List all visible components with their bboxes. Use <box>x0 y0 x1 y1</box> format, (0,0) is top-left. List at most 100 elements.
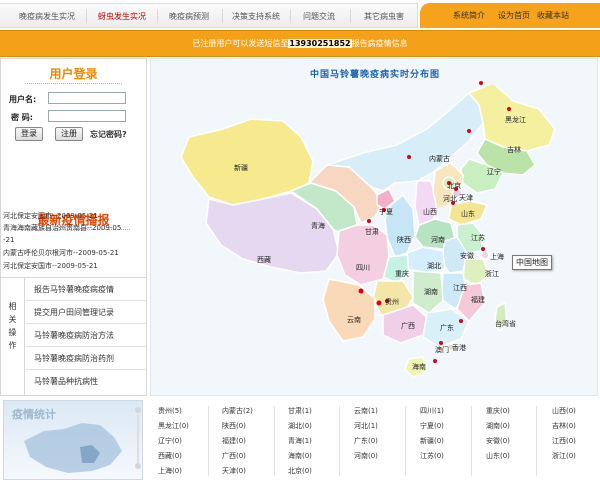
login-title: 用户登录 <box>1 65 146 84</box>
username-input[interactable] <box>48 92 126 104</box>
outbreak-dot <box>459 319 463 323</box>
grid-separator <box>536 406 537 476</box>
map-panel: 中国马铃薯晚疫病实时分布图 黑龙江 吉林 辽宁 内蒙古 北京 天津 河北 山西 … <box>150 58 598 396</box>
province-stat[interactable]: 青海(1) <box>288 436 312 446</box>
province-stat[interactable]: 福建(0) <box>222 436 246 446</box>
mini-map-icon <box>24 423 122 473</box>
outbreak-dot <box>407 155 411 159</box>
province-stat[interactable]: 内蒙古(2) <box>222 406 253 416</box>
operations-side-label: 相 关 操 作 <box>1 278 25 396</box>
tab-separator <box>290 9 291 23</box>
province-stat[interactable]: 宁夏(0) <box>420 421 444 431</box>
tab-blight-forecast[interactable]: 晚疫病预测 <box>160 4 218 29</box>
map-label: 重庆 <box>395 270 409 278</box>
main-tabs: 晚疫病发生实况 蚜虫发生实况 晚疫病预测 决策支持系统 问题交流 其它病虫害 <box>0 3 418 28</box>
tab-blight-status[interactable]: 晚疫病发生实况 <box>12 4 82 29</box>
province-stat[interactable]: 湖北(0) <box>288 421 312 431</box>
register-button[interactable]: 注册 <box>55 127 83 141</box>
outbreak-dot <box>358 288 364 294</box>
province-stat[interactable]: 河北(1) <box>354 421 378 431</box>
op-submit-field-record[interactable]: 提交用户田间管理记录 <box>26 301 146 324</box>
op-control-agents[interactable]: 马铃薯晚疫病防治药剂 <box>26 347 146 370</box>
province-stat[interactable]: 江苏(0) <box>420 451 444 461</box>
op-variety-resistance[interactable]: 马铃薯品种抗病性 <box>26 370 146 393</box>
map-label: 河南 <box>431 236 445 244</box>
outbreak-statistics: 疫情统计 贵州(5) 内蒙古(2) 甘肃(1) 云南(1) 四川(1) 重庆(0) 山西(0… <box>0 398 600 484</box>
province-stat[interactable]: 甘肃(1) <box>288 406 312 416</box>
stats-divider-decoration <box>135 407 141 469</box>
grid-separator <box>471 406 472 476</box>
province-stat[interactable]: 广东(0) <box>354 436 378 446</box>
tab-decision-support[interactable]: 决策支持系统 <box>225 4 287 29</box>
map-label: 山东 <box>461 210 475 218</box>
province-stat[interactable]: 陕西(0) <box>222 421 246 431</box>
tab-other-pests[interactable]: 其它病虫害 <box>355 4 413 29</box>
province-stat[interactable]: 广西(0) <box>222 451 246 461</box>
province-stat[interactable]: 山东(0) <box>486 451 510 461</box>
tab-discussion[interactable]: 问题交流 <box>294 4 344 29</box>
map-tooltip: 中国地图 <box>512 255 552 270</box>
province-stat[interactable]: 四川(1) <box>420 406 444 416</box>
province-stat[interactable]: 浙江(0) <box>552 451 576 461</box>
province-stat[interactable]: 辽宁(0) <box>158 436 182 446</box>
province-stat[interactable]: 安徽(0) <box>486 436 510 446</box>
outbreak-dot <box>433 359 437 363</box>
map-label: 西藏 <box>257 256 271 264</box>
province-stat[interactable]: 吉林(0) <box>552 421 576 431</box>
province-stat[interactable]: 河南(0) <box>354 451 378 461</box>
news-item[interactable]: 青海海南藏族自治州贵南县--2009-05 <box>3 223 121 233</box>
related-operations: 相 关 操 作 报告马铃薯晚疫病疫情 提交用户田间管理记录 马铃薯晚疫病防治方法… <box>1 277 146 396</box>
news-item-continued[interactable]: -21 <box>3 235 14 245</box>
province-stat[interactable]: 江西(0) <box>552 436 576 446</box>
news-item[interactable]: 内蒙古呼伦贝尔根河市--2009-05-21 <box>3 248 119 258</box>
province-stat[interactable]: 新疆(0) <box>420 436 444 446</box>
news-item[interactable]: 河北保定安国市--2009-05-21 <box>3 211 98 221</box>
left-sidebar: 用户登录 用户名: 密 码: 登录 注册 忘记密码? 最新疫情播报 河北保定安国… <box>0 58 147 396</box>
map-label: 内蒙古 <box>429 155 450 163</box>
province-stat[interactable]: 海南(0) <box>288 451 312 461</box>
map-label: 湖南 <box>424 288 438 296</box>
province-stat[interactable]: 上海(0) <box>158 466 182 476</box>
province-stat[interactable]: 重庆(0) <box>486 406 510 416</box>
map-label: 福建 <box>471 296 485 304</box>
map-label: 浙江 <box>485 270 499 278</box>
tab-aphid-status[interactable]: 蚜虫发生实况 <box>90 4 154 29</box>
grid-separator <box>405 406 406 476</box>
map-label: 香港 <box>452 344 466 352</box>
region-shanghai <box>480 250 490 260</box>
map-label: 上海 <box>490 253 504 261</box>
link-set-homepage[interactable]: 设为首页 <box>498 3 530 28</box>
top-navigation: 晚疫病发生实况 蚜虫发生实况 晚疫病预测 决策支持系统 问题交流 其它病虫害 系… <box>0 0 600 30</box>
tab-separator <box>157 9 158 23</box>
link-system-intro[interactable]: 系统简介 <box>453 3 485 28</box>
tab-separator <box>86 9 87 23</box>
province-stat[interactable]: 天津(0) <box>222 466 246 476</box>
map-label: 海南 <box>412 363 426 371</box>
province-stat[interactable]: 西藏(0) <box>158 451 182 461</box>
username-label: 用户名: <box>9 95 37 104</box>
news-item[interactable]: 河北保定安国市--2009-05-21 <box>3 261 98 271</box>
outbreak-dot <box>376 300 382 306</box>
grid-separator <box>208 406 209 476</box>
outbreak-dot <box>367 219 371 223</box>
province-stat[interactable]: 湖南(0) <box>486 421 510 431</box>
map-label: 新疆 <box>234 164 248 172</box>
province-stat[interactable]: 贵州(5) <box>158 406 182 416</box>
op-report-outbreak[interactable]: 报告马铃薯晚疫病疫情 <box>26 278 146 301</box>
op-control-methods[interactable]: 马铃薯晚疫病防治方法 <box>26 324 146 347</box>
password-input[interactable] <box>48 110 126 122</box>
link-bookmark[interactable]: 收藏本站 <box>537 3 569 28</box>
province-stat[interactable]: 黑龙江(0) <box>158 421 189 431</box>
sms-banner: 已注册用户可以发送短信至13930251852报告病疫情信息 <box>0 30 600 57</box>
map-label: 江苏 <box>471 234 485 242</box>
map-label: 湖北 <box>427 262 441 270</box>
login-button[interactable]: 登录 <box>15 127 43 141</box>
forgot-password-link[interactable]: 忘记密码? <box>90 129 127 140</box>
map-label: 北京 <box>447 182 461 190</box>
province-stat[interactable]: 山西(0) <box>552 406 576 416</box>
grid-separator <box>274 406 275 476</box>
province-stat[interactable]: 北京(0) <box>288 466 312 476</box>
province-stat[interactable]: 云南(1) <box>354 406 378 416</box>
utility-links: 系统简介 设为首页 收藏本站 <box>420 3 600 28</box>
stats-thumbnail: 疫情统计 <box>3 400 143 480</box>
